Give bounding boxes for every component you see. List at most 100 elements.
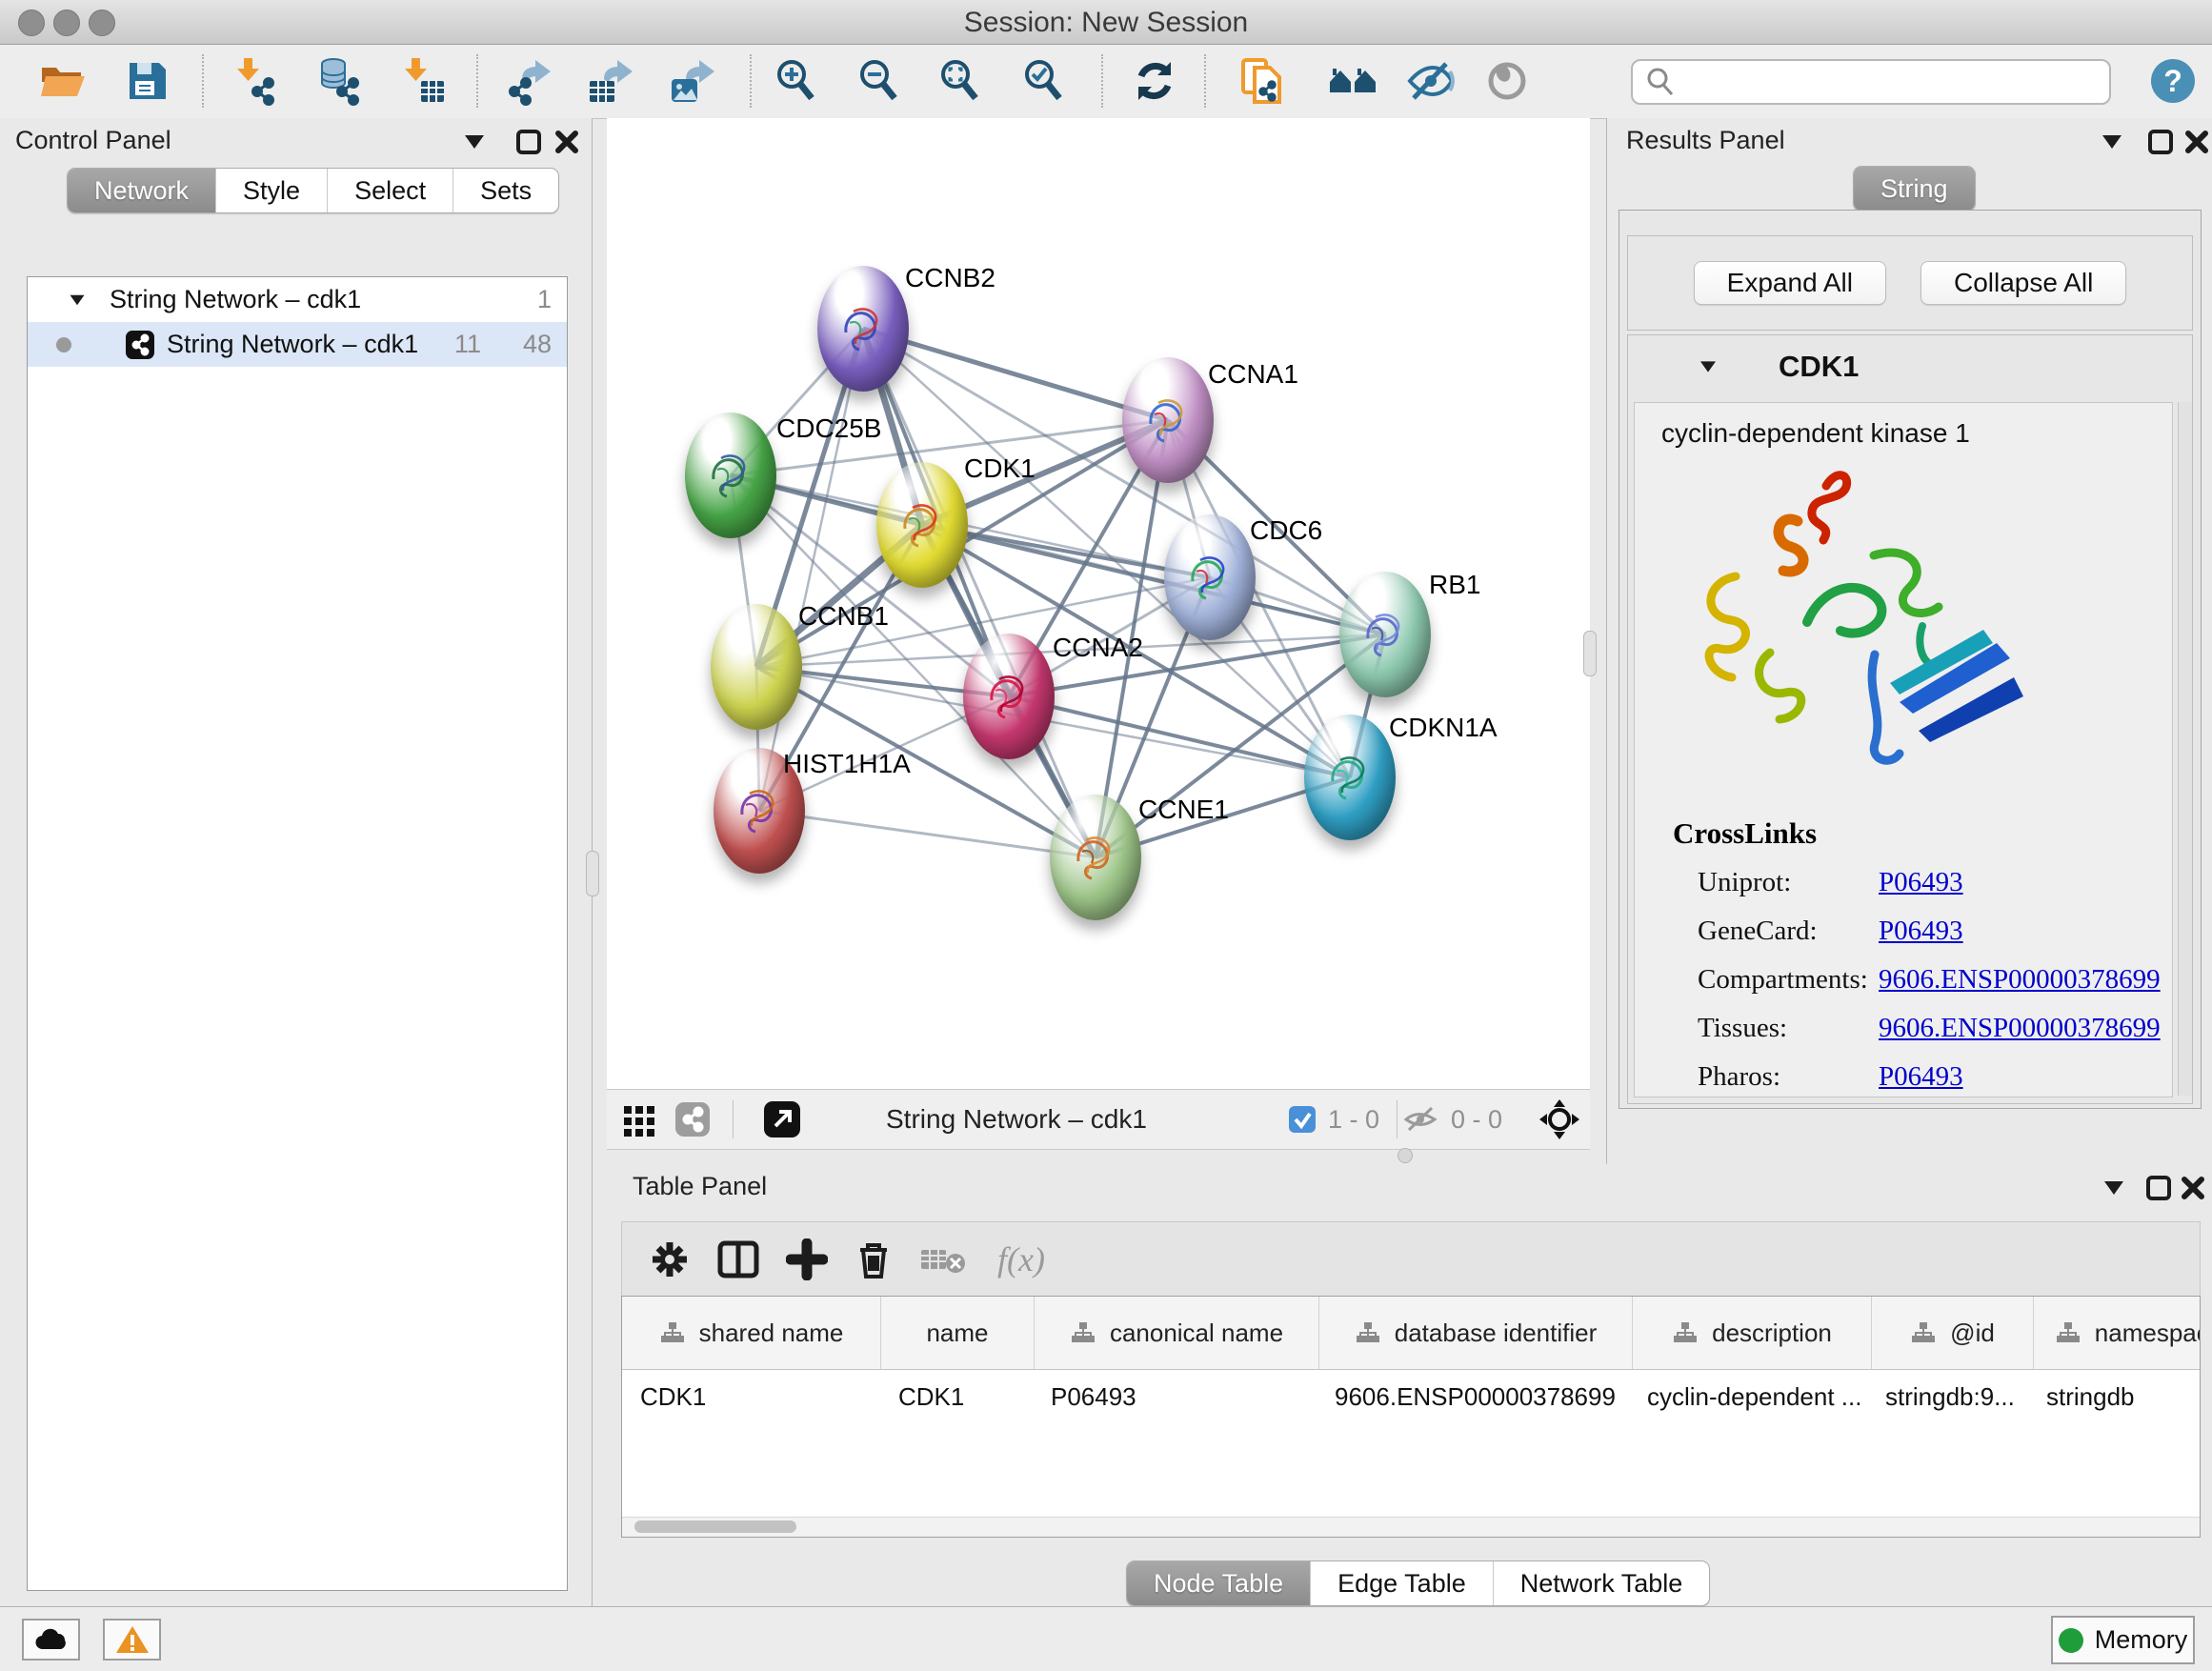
right-splitter-handle[interactable] [1583, 631, 1597, 676]
export-network-icon[interactable] [503, 56, 553, 106]
birds-eye-toggle-icon[interactable] [1538, 1098, 1580, 1140]
memory-button[interactable]: Memory [2051, 1616, 2195, 1664]
hidden-eye-icon[interactable] [1403, 1105, 1439, 1134]
show-columns-icon[interactable] [717, 1238, 759, 1280]
table-row[interactable]: CDK1CDK1P064939606.ENSP00000378699cyclin… [622, 1370, 2200, 1424]
warning-button[interactable] [103, 1619, 161, 1661]
table-cell[interactable]: CDK1 [880, 1370, 1033, 1424]
expand-all-button[interactable]: Expand All [1694, 261, 1886, 305]
results-panel-close-icon[interactable] [2182, 128, 2211, 156]
tab-style[interactable]: Style [215, 169, 327, 212]
crosslink-link[interactable]: P06493 [1879, 1061, 1963, 1093]
tab-network[interactable]: Network [68, 169, 215, 212]
edge-CCNA2-CDKN1A[interactable] [1009, 696, 1350, 777]
table-cell[interactable]: CDK1 [622, 1370, 880, 1424]
table-cell[interactable]: P06493 [1033, 1370, 1317, 1424]
column-header-shared-name[interactable]: shared name [622, 1297, 881, 1369]
table-panel-menu-icon[interactable] [2104, 1181, 2123, 1195]
open-session-icon[interactable] [37, 56, 87, 106]
node-CCNA2[interactable] [963, 634, 1055, 759]
table-horizontal-scrollbar[interactable] [622, 1517, 2200, 1537]
tab-network-table[interactable]: Network Table [1493, 1561, 1710, 1605]
table-cell[interactable]: stringdb:9... [1867, 1370, 2028, 1424]
results-panel-menu-icon[interactable] [2102, 135, 2122, 149]
scrollbar-thumb[interactable] [634, 1520, 796, 1533]
function-builder-icon[interactable]: f(x) [997, 1239, 1045, 1279]
refresh-view-icon[interactable] [1130, 56, 1179, 106]
help-button[interactable]: ? [2151, 59, 2195, 103]
node-CDKN1A[interactable] [1304, 715, 1396, 840]
delete-column-icon[interactable] [855, 1238, 893, 1280]
search-input[interactable] [1684, 67, 2109, 98]
tab-edge-table[interactable]: Edge Table [1310, 1561, 1493, 1605]
gene-collapse-icon[interactable] [1700, 361, 1716, 372]
export-table-icon[interactable] [585, 56, 634, 106]
search-box[interactable] [1631, 59, 2111, 105]
table-cell[interactable]: 9606.ENSP00000378699 [1317, 1370, 1629, 1424]
table-cell[interactable]: cyclin-dependent ... [1629, 1370, 1867, 1424]
column-header-@id[interactable]: @id [1872, 1297, 2034, 1369]
import-network-icon[interactable] [231, 56, 280, 106]
node-CDK1[interactable] [876, 462, 968, 588]
table-options-gear-icon[interactable] [649, 1238, 691, 1280]
zoom-out-icon[interactable] [855, 56, 904, 106]
gene-card-scrollbar[interactable] [2178, 402, 2192, 1096]
table-panel-float-icon[interactable] [2144, 1174, 2173, 1202]
save-session-icon[interactable] [123, 56, 172, 106]
edge-CCNB2-CCNA1[interactable] [863, 329, 1168, 420]
tab-node-table[interactable]: Node Table [1127, 1561, 1310, 1605]
selected-checkbox-icon[interactable] [1288, 1105, 1317, 1134]
crosslink-link[interactable]: P06493 [1879, 867, 1963, 898]
crosslink-link[interactable]: 9606.ENSP00000378699 [1879, 964, 2161, 996]
table-panel-close-icon[interactable] [2179, 1174, 2207, 1202]
column-header-database-identifier[interactable]: database identifier [1319, 1297, 1633, 1369]
control-panel-close-icon[interactable] [553, 128, 581, 156]
node-CDC6[interactable] [1164, 514, 1256, 640]
table-cell[interactable]: stringdb [2028, 1370, 2201, 1424]
column-header-description[interactable]: description [1633, 1297, 1872, 1369]
grid-view-icon[interactable] [622, 1102, 656, 1137]
create-column-icon[interactable] [786, 1238, 828, 1280]
crosslink-link[interactable]: P06493 [1879, 916, 1963, 947]
horizontal-splitter-handle[interactable] [1398, 1148, 1413, 1163]
collection-expand-icon[interactable] [70, 294, 85, 305]
node-RB1[interactable] [1339, 572, 1431, 697]
zoom-selected-icon[interactable] [1019, 56, 1069, 106]
edge-HIST1H1A-CCNE1[interactable] [759, 811, 1096, 857]
node-CDC25B[interactable] [685, 413, 776, 538]
string-results-controls: Expand All Collapse All [1627, 235, 2193, 331]
control-panel-menu-icon[interactable] [465, 135, 484, 149]
gene-card-header[interactable]: CDK1 [1628, 335, 2192, 398]
results-panel-float-icon[interactable] [2146, 128, 2175, 156]
left-splitter-handle[interactable] [586, 851, 599, 896]
network-canvas[interactable]: CCNB2CCNA1CDC25BCDK1CDC6RB1CCNB1CCNA2CDK… [607, 118, 1590, 1089]
import-table-icon[interactable] [398, 56, 448, 106]
network-overview-icon[interactable] [1328, 56, 1377, 106]
column-header-name[interactable]: name [881, 1297, 1035, 1369]
column-header-canonical-name[interactable]: canonical name [1035, 1297, 1319, 1369]
zoom-in-icon[interactable] [772, 56, 821, 106]
network-collection-row[interactable]: String Network – cdk1 1 [28, 277, 567, 322]
import-network-from-database-icon[interactable] [313, 56, 363, 106]
node-CCNB2[interactable] [817, 266, 909, 392]
tab-string[interactable]: String [1854, 167, 1975, 211]
zoom-fit-icon[interactable] [935, 56, 985, 106]
tab-select[interactable]: Select [327, 169, 452, 212]
network-view-icon[interactable] [674, 1100, 712, 1138]
collapse-all-button[interactable]: Collapse All [1920, 261, 2126, 305]
crosslink-link[interactable]: 9606.ENSP00000378699 [1879, 1013, 2161, 1044]
node-CCNE1[interactable] [1050, 795, 1141, 920]
export-image-icon[interactable] [667, 56, 716, 106]
show-all-icon[interactable] [1482, 56, 1532, 106]
control-panel-float-icon[interactable] [514, 128, 543, 156]
delete-table-icon[interactable] [919, 1242, 969, 1277]
node-CCNB1[interactable] [711, 604, 802, 730]
tab-sets[interactable]: Sets [452, 169, 558, 212]
node-CCNA1[interactable] [1122, 357, 1214, 483]
clone-network-icon[interactable] [1237, 56, 1287, 106]
detach-view-icon[interactable] [762, 1099, 802, 1139]
cloud-button[interactable] [22, 1619, 80, 1661]
hide-selected-icon[interactable] [1406, 56, 1456, 106]
column-header-namespace[interactable]: namespace [2034, 1297, 2201, 1369]
network-row[interactable]: String Network – cdk1 11 48 [28, 322, 567, 367]
